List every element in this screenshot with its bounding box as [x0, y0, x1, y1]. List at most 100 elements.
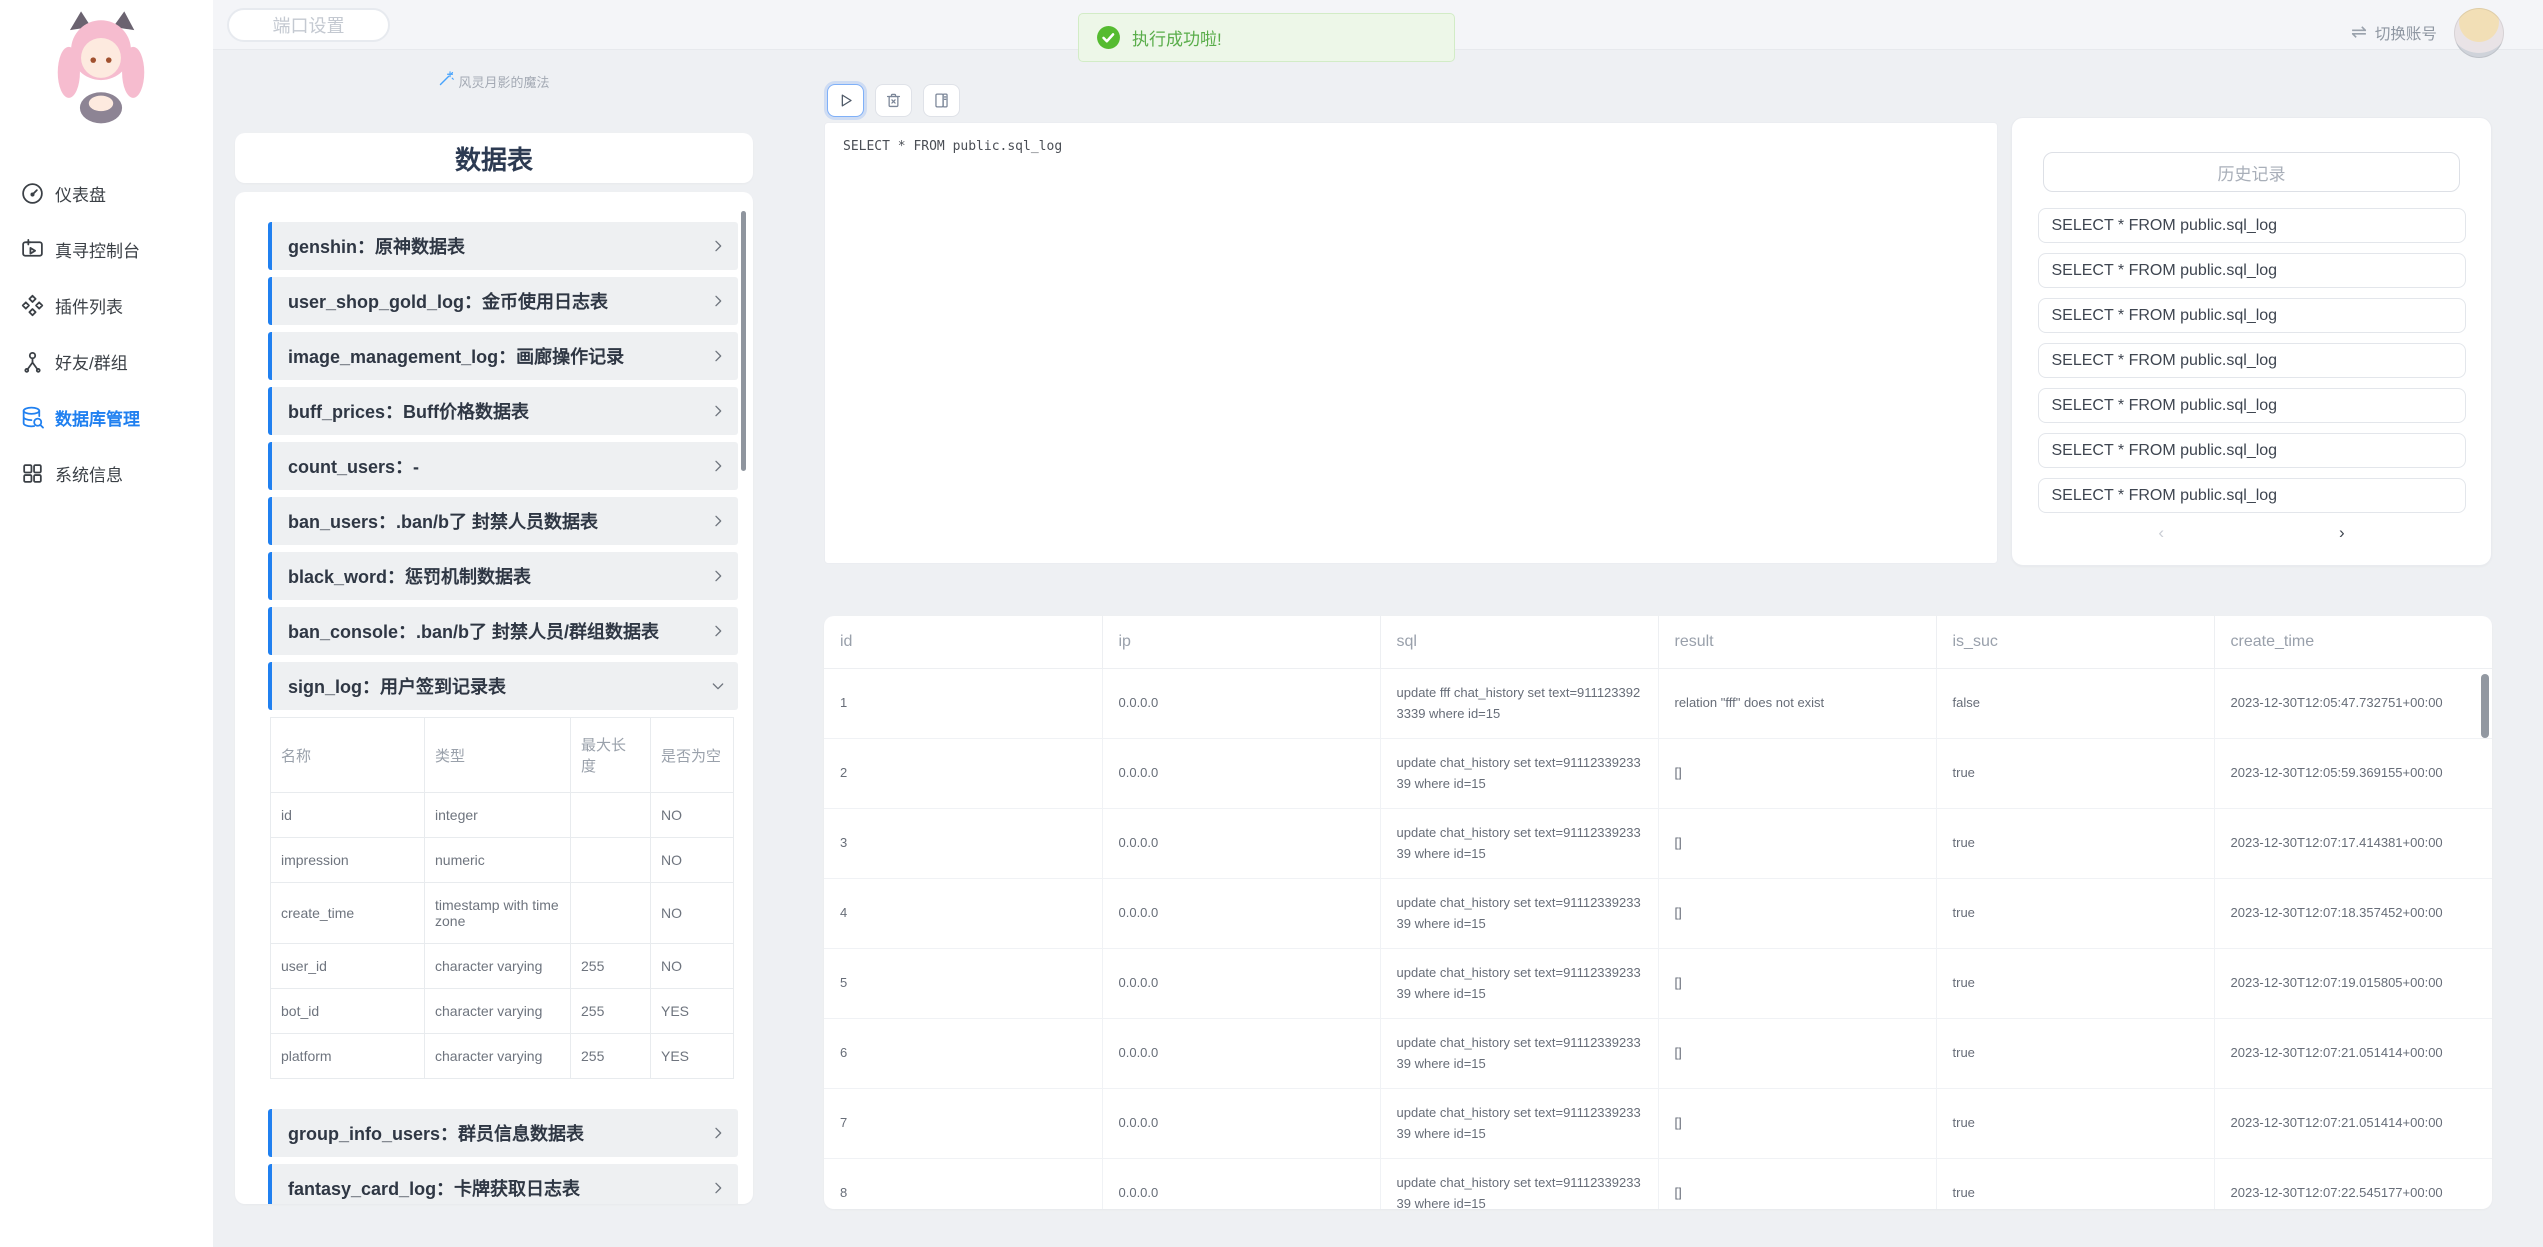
table-item[interactable]: image_management_log：画廊操作记录	[268, 332, 738, 380]
history-item[interactable]: SELECT * FROM public.sql_log	[2038, 433, 2466, 468]
sidebar-menu: 仪表盘 真寻控制台 插件列表 好友/群组 数据库管理	[0, 176, 213, 512]
cell-create-time: 2023-12-30T12:07:19.015805+00:00	[2214, 949, 2492, 1019]
chevron-right-icon	[710, 568, 726, 584]
history-item[interactable]: SELECT * FROM public.sql_log	[2038, 388, 2466, 423]
cell-create-time: 2023-12-30T12:05:59.369155+00:00	[2214, 739, 2492, 809]
sidebar-item-dashboard[interactable]: 仪表盘	[0, 176, 213, 210]
chevron-right-icon	[710, 1125, 726, 1141]
schema-cell-type: character varying	[425, 989, 571, 1034]
results-row: 1 0.0.0.0 update fff chat_history set te…	[824, 669, 2492, 739]
cell-create-time: 2023-12-30T12:07:17.414381+00:00	[2214, 809, 2492, 879]
paste-sql-button[interactable]	[923, 84, 960, 117]
cell-result: []	[1658, 879, 1936, 949]
switch-account[interactable]: ⇌ 切换账号	[2351, 21, 2437, 44]
cell-id: 6	[824, 1019, 1102, 1089]
user-avatar[interactable]	[2454, 8, 2504, 58]
next-page-button[interactable]: ›	[2339, 523, 2345, 543]
history-item[interactable]: SELECT * FROM public.sql_log	[2038, 298, 2466, 333]
scrollbar-thumb[interactable]	[741, 211, 746, 471]
clear-sql-button[interactable]	[875, 84, 912, 117]
success-toast: 执行成功啦!	[1078, 13, 1455, 62]
table-item[interactable]: user_shop_gold_log：金币使用日志表	[268, 277, 738, 325]
cell-create-time: 2023-12-30T12:07:21.051414+00:00	[2214, 1089, 2492, 1159]
cell-id: 7	[824, 1089, 1102, 1159]
schema-cell-maxlen: 255	[571, 1034, 651, 1079]
schema-cell-nullable: YES	[651, 989, 734, 1034]
table-item-label: image_management_log：画廊操作记录	[288, 343, 624, 369]
sidebar-item-label: 数据库管理	[55, 405, 140, 430]
cell-is-suc: true	[1936, 949, 2214, 1019]
clipboard-icon	[932, 91, 951, 110]
results-header-cell: id	[824, 616, 1102, 669]
table-item[interactable]: group_info_users：群员信息数据表	[268, 1109, 738, 1157]
run-query-button[interactable]	[827, 84, 864, 117]
check-icon	[1096, 25, 1121, 50]
table-item[interactable]: black_word：惩罚机制数据表	[268, 552, 738, 600]
schema-header-cell: 类型	[425, 718, 571, 793]
table-item[interactable]: genshin：原神数据表	[268, 222, 738, 270]
sidebar-item-label: 真寻控制台	[55, 237, 140, 262]
sidebar-item-label: 仪表盘	[55, 181, 106, 206]
prev-page-button[interactable]: ‹	[2158, 523, 2164, 543]
schema-cell-name: user_id	[271, 944, 425, 989]
sidebar-item-plugins[interactable]: 插件列表	[0, 288, 213, 322]
history-item[interactable]: SELECT * FROM public.sql_log	[2038, 343, 2466, 378]
history-item[interactable]: SELECT * FROM public.sql_log	[2038, 208, 2466, 243]
history-title: 历史记录	[2043, 152, 2460, 192]
history-item[interactable]: SELECT * FROM public.sql_log	[2038, 253, 2466, 288]
table-item[interactable]: count_users：-	[268, 442, 738, 490]
sql-editor[interactable]: SELECT * FROM public.sql_log	[824, 122, 1998, 564]
dashboard-icon	[20, 181, 45, 206]
sidebar-item-system-info[interactable]: 系统信息	[0, 456, 213, 490]
schema-cell-name: bot_id	[271, 989, 425, 1034]
history-panel: 历史记录 SELECT * FROM public.sql_log SELECT …	[2011, 117, 2492, 566]
results-header-cell: is_suc	[1936, 616, 2214, 669]
results-header-cell: create_time	[2214, 616, 2492, 669]
sidebar-item-console[interactable]: 真寻控制台	[0, 232, 213, 266]
cell-ip: 0.0.0.0	[1102, 809, 1380, 879]
cell-sql: update chat_history set text=91112339233…	[1380, 1159, 1658, 1210]
chevron-right-icon	[710, 348, 726, 364]
table-item[interactable]: ban_console：.ban/b了 封禁人员/群组数据表	[268, 607, 738, 655]
cell-id: 3	[824, 809, 1102, 879]
cell-sql: update chat_history set text=91112339233…	[1380, 1089, 1658, 1159]
table-item[interactable]: buff_prices：Buff价格数据表	[268, 387, 738, 435]
cell-create-time: 2023-12-30T12:05:47.732751+00:00	[2214, 669, 2492, 739]
table-item[interactable]: sign_log：用户签到记录表	[268, 662, 738, 710]
sidebar-item-friends-groups[interactable]: 好友/群组	[0, 344, 213, 378]
cell-is-suc: true	[1936, 739, 2214, 809]
tables-list-panel: genshin：原神数据表 user_shop_gold_log：金币使用日志表…	[235, 192, 753, 1204]
table-item-label: count_users：-	[288, 453, 419, 479]
chevron-right-icon	[710, 623, 726, 639]
schema-cell-type: character varying	[425, 944, 571, 989]
schema-cell-name: create_time	[271, 883, 425, 944]
history-item[interactable]: SELECT * FROM public.sql_log	[2038, 478, 2466, 513]
table-item[interactable]: fantasy_card_log：卡牌获取日志表	[268, 1164, 738, 1204]
schema-cell-type: character varying	[425, 1034, 571, 1079]
schema-cell-nullable: NO	[651, 883, 734, 944]
schema-table: 名称类型最大长度是否为空 id integer NO impression nu…	[270, 717, 734, 1079]
schema-cell-name: id	[271, 793, 425, 838]
table-item[interactable]: ban_users：.ban/b了 封禁人员数据表	[268, 497, 738, 545]
database-icon	[20, 405, 45, 430]
schema-cell-type: integer	[425, 793, 571, 838]
schema-row: impression numeric NO	[271, 838, 734, 883]
schema-cell-maxlen: 255	[571, 989, 651, 1034]
cell-create-time: 2023-12-30T12:07:21.051414+00:00	[2214, 1019, 2492, 1089]
schema-cell-nullable: YES	[651, 1034, 734, 1079]
schema-header-cell: 是否为空	[651, 718, 734, 793]
schema-row: create_time timestamp with time zone NO	[271, 883, 734, 944]
results-row: 4 0.0.0.0 update chat_history set text=9…	[824, 879, 2492, 949]
cell-id: 4	[824, 879, 1102, 949]
system-info-icon	[20, 461, 45, 486]
port-settings-button[interactable]: 端口设置	[227, 8, 390, 42]
chevron-right-icon	[710, 1180, 726, 1196]
results-header-cell: sql	[1380, 616, 1658, 669]
schema-cell-maxlen: 255	[571, 944, 651, 989]
schema-cell-maxlen	[571, 883, 651, 944]
scrollbar-thumb[interactable]	[2481, 674, 2489, 738]
sidebar-item-database[interactable]: 数据库管理	[0, 400, 213, 434]
chevron-right-icon	[710, 403, 726, 419]
cell-result: []	[1658, 1019, 1936, 1089]
results-row: 8 0.0.0.0 update chat_history set text=9…	[824, 1159, 2492, 1210]
